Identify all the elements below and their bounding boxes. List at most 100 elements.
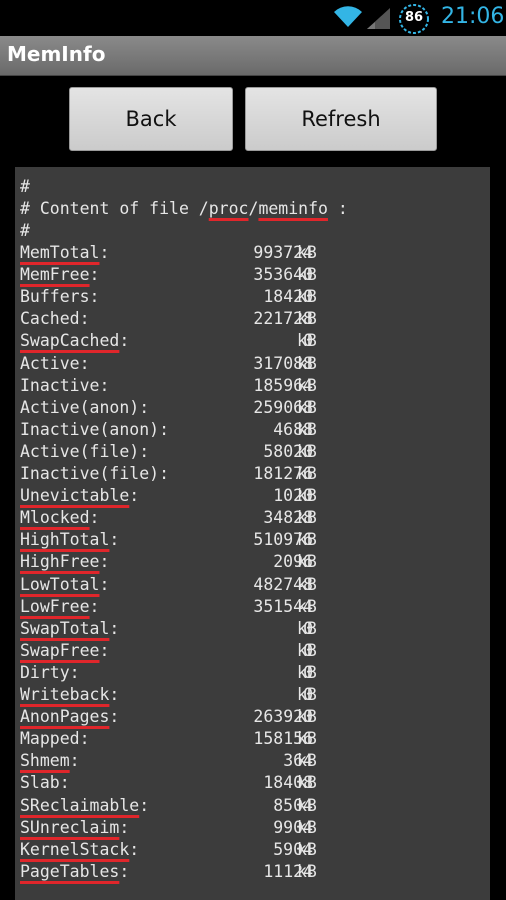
meminfo-value: 18408 xyxy=(263,773,313,792)
meminfo-unit: kB xyxy=(297,597,317,616)
meminfo-row: SReclaimable: xyxy=(20,795,149,817)
meminfo-unit: kB xyxy=(297,331,317,350)
status-bar: 86 21:06 xyxy=(0,0,506,36)
meminfo-row: Unevictable: xyxy=(20,485,139,507)
meminfo-row: Writeback: xyxy=(20,684,119,706)
meminfo-value: 510976 xyxy=(253,530,313,549)
meminfo-value: 364 xyxy=(283,751,313,770)
meminfo-row: SwapCached: xyxy=(20,330,129,352)
meminfo-key: SwapTotal xyxy=(20,619,110,638)
meminfo-row: SwapFree: xyxy=(20,640,109,662)
meminfo-unit: kB xyxy=(297,287,317,306)
meminfo-unit: kB xyxy=(297,729,317,748)
meminfo-unit: kB xyxy=(297,420,317,439)
meminfo-row: Mapped: xyxy=(20,728,90,750)
meminfo-colon: : xyxy=(119,331,130,350)
meminfo-row: LowTotal: xyxy=(20,574,109,596)
meminfo-key: AnonPages xyxy=(20,707,110,726)
header-line: # xyxy=(20,177,30,196)
meminfo-colon: : xyxy=(89,287,100,306)
meminfo-row: KernelStack: xyxy=(20,839,139,861)
meminfo-value: 0 xyxy=(303,641,313,660)
meminfo-value: 181276 xyxy=(253,464,313,483)
refresh-button[interactable]: Refresh xyxy=(245,87,437,151)
meminfo-row: Dirty: xyxy=(20,662,80,684)
meminfo-colon: : xyxy=(89,265,100,284)
meminfo-value: 0 xyxy=(303,685,313,704)
meminfo-colon: : xyxy=(79,309,90,328)
meminfo-unit: kB xyxy=(297,818,317,837)
meminfo-unit: kB xyxy=(297,619,317,638)
meminfo-key: Inactive(file) xyxy=(20,464,160,483)
meminfo-key: HighFree xyxy=(20,552,100,571)
clock: 21:06 xyxy=(441,4,505,29)
meminfo-value: 18420 xyxy=(263,287,313,306)
meminfo-colon: : xyxy=(89,597,100,616)
meminfo-key: Mapped xyxy=(20,729,80,748)
meminfo-unit: kB xyxy=(297,398,317,417)
meminfo-row: HighTotal: xyxy=(20,529,119,551)
meminfo-colon: : xyxy=(129,486,140,505)
signal-icon xyxy=(367,8,390,29)
meminfo-unit: kB xyxy=(297,486,317,505)
meminfo-colon: : xyxy=(109,619,120,638)
meminfo-row: Buffers: xyxy=(20,286,99,308)
meminfo-unit: kB xyxy=(297,663,317,682)
meminfo-row: MemTotal: xyxy=(20,242,109,264)
meminfo-unit: kB xyxy=(297,707,317,726)
back-button[interactable]: Back xyxy=(69,87,233,151)
meminfo-unit: kB xyxy=(297,685,317,704)
meminfo-row: AnonPages: xyxy=(20,706,119,728)
meminfo-colon: : xyxy=(139,796,150,815)
meminfo-key: Writeback xyxy=(20,685,110,704)
meminfo-key: Active xyxy=(20,354,80,373)
meminfo-unit: kB xyxy=(297,796,317,815)
header-line: # Content of file /proc/meminfo : xyxy=(20,198,348,220)
meminfo-key: MemFree xyxy=(20,265,90,284)
meminfo-colon: : xyxy=(99,641,110,660)
meminfo-key: LowFree xyxy=(20,597,90,616)
battery-level: 86 xyxy=(404,10,424,25)
meminfo-key: MemTotal xyxy=(20,243,100,262)
meminfo-key: PageTables xyxy=(20,862,120,881)
meminfo-value: 5904 xyxy=(273,840,313,859)
wifi-icon xyxy=(334,6,362,27)
meminfo-value: 1020 xyxy=(273,486,313,505)
meminfo-colon: : xyxy=(119,818,130,837)
meminfo-unit: kB xyxy=(297,641,317,660)
meminfo-value: 259068 xyxy=(253,398,313,417)
meminfo-colon: : xyxy=(159,464,170,483)
meminfo-colon: : xyxy=(79,354,90,373)
header-line: # xyxy=(20,221,30,240)
meminfo-key: Cached xyxy=(20,309,80,328)
meminfo-value: 317088 xyxy=(253,354,313,373)
header-text: meminfo xyxy=(258,199,328,218)
battery-icon: 86 xyxy=(398,3,430,35)
meminfo-key: SReclaimable xyxy=(20,796,140,815)
meminfo-unit: kB xyxy=(297,530,317,549)
meminfo-row: SUnreclaim: xyxy=(20,817,129,839)
meminfo-key: Active(file) xyxy=(20,442,140,461)
meminfo-colon: : xyxy=(99,376,110,395)
meminfo-unit: kB xyxy=(297,354,317,373)
meminfo-colon: : xyxy=(69,663,80,682)
meminfo-colon: : xyxy=(79,729,90,748)
meminfo-unit: kB xyxy=(297,265,317,284)
meminfo-unit: kB xyxy=(297,376,317,395)
meminfo-value: 993724 xyxy=(253,243,313,262)
meminfo-row: MemFree: xyxy=(20,264,99,286)
meminfo-panel[interactable]: # # Content of file /proc/meminfo : # Me… xyxy=(15,167,490,900)
meminfo-value: 8504 xyxy=(273,796,313,815)
meminfo-value: 158156 xyxy=(253,729,313,748)
meminfo-unit: kB xyxy=(297,773,317,792)
meminfo-row: PageTables: xyxy=(20,861,129,883)
meminfo-key: Shmem xyxy=(20,751,70,770)
meminfo-colon: : xyxy=(139,442,150,461)
meminfo-colon: : xyxy=(109,707,120,726)
title-bar: MemInfo xyxy=(0,36,506,76)
meminfo-unit: kB xyxy=(297,508,317,527)
meminfo-colon: : xyxy=(69,751,80,770)
meminfo-value: 4688 xyxy=(273,420,313,439)
meminfo-key: SUnreclaim xyxy=(20,818,120,837)
meminfo-key: HighTotal xyxy=(20,530,110,549)
